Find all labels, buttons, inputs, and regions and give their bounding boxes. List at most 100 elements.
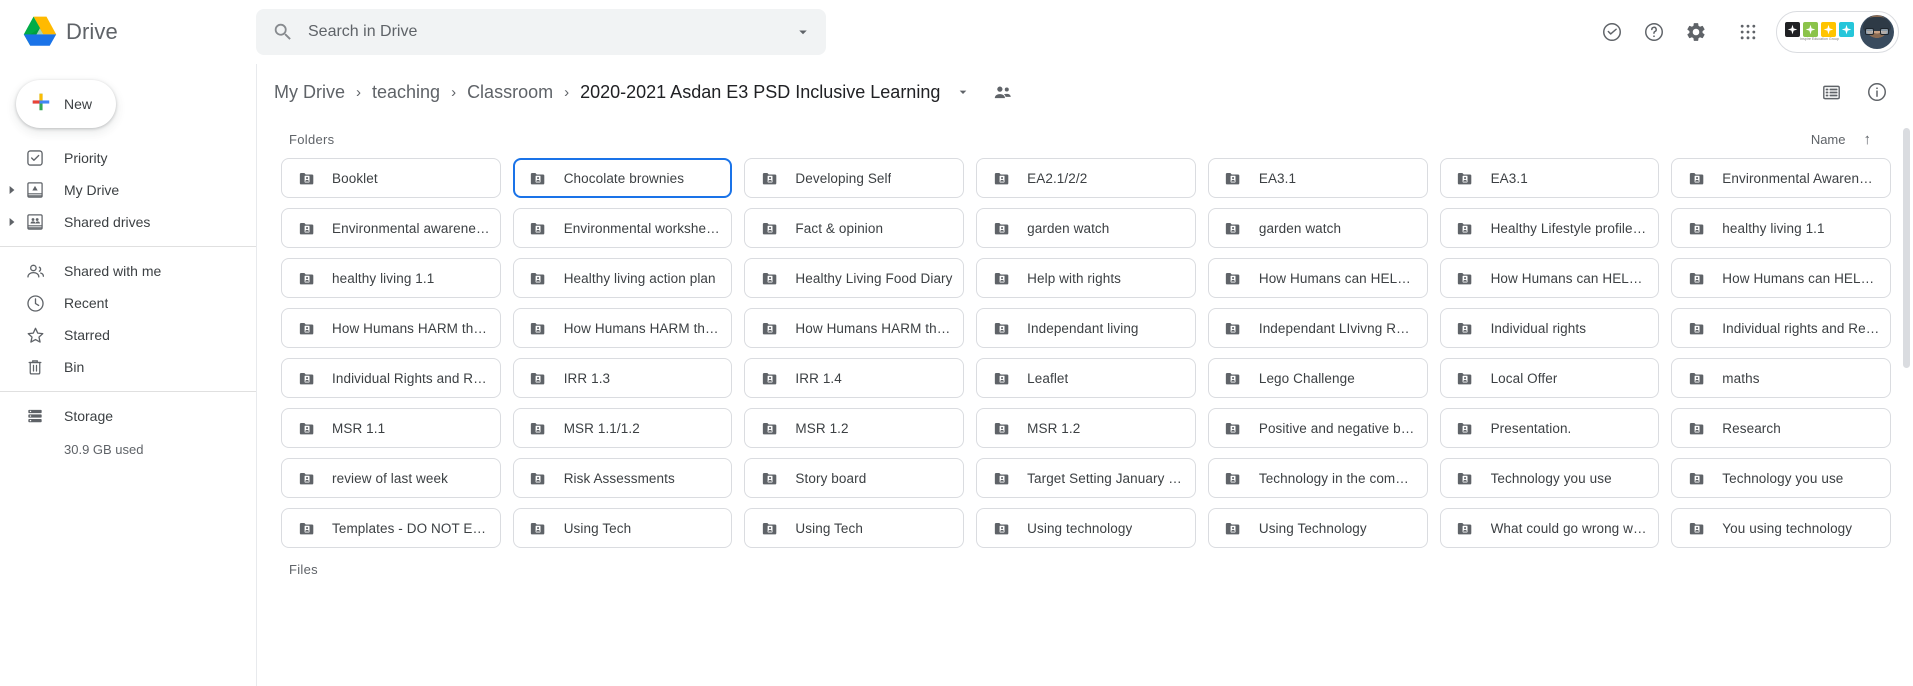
folder-card[interactable]: MSR 1.1/1.2 (512, 408, 733, 448)
details-info-icon[interactable] (1857, 72, 1897, 112)
folder-card[interactable]: Positive and negative be… (1207, 408, 1428, 448)
folder-card[interactable]: healthy living 1.1 (281, 258, 501, 298)
expand-triangle-icon[interactable] (0, 186, 24, 194)
sidebar-item-my-drive[interactable]: My Drive (0, 174, 242, 206)
sidebar-item-bin[interactable]: Bin (0, 351, 242, 383)
folder-card[interactable]: Healthy Lifestyle profile … (1439, 208, 1660, 248)
folder-card[interactable]: MSR 1.1 (281, 408, 501, 448)
breadcrumb-item-current[interactable]: 2020-2021 Asdan E3 PSD Inclusive Learnin… (571, 77, 949, 108)
folder-card[interactable]: Local Offer (1439, 358, 1660, 398)
folder-card[interactable]: Individual rights and Res… (1671, 308, 1891, 348)
storage-used-text: 30.9 GB used (64, 442, 144, 457)
new-button[interactable]: New (16, 80, 116, 128)
breadcrumb-item-teaching[interactable]: teaching (363, 77, 449, 108)
shared-folder-icon (296, 368, 316, 388)
folder-card[interactable]: What could go wrong wit… (1439, 508, 1660, 548)
folder-card[interactable]: Story board (744, 458, 965, 498)
folder-card[interactable]: Chocolate brownies (512, 158, 733, 198)
search-options-chevron-down-icon[interactable] (790, 19, 816, 45)
folder-card[interactable]: EA2.1/2/2 (976, 158, 1196, 198)
folder-card[interactable]: Help with rights (976, 258, 1196, 298)
folder-card[interactable]: Research (1671, 408, 1891, 448)
sort-direction-arrow-icon[interactable]: ↑ (1864, 131, 1872, 148)
folder-card[interactable]: Independant LIvivng Rec… (1207, 308, 1428, 348)
folder-card[interactable]: Environmental awarenes… (281, 208, 501, 248)
sidebar-item-label: Storage (64, 408, 114, 424)
folder-card[interactable]: review of last week (281, 458, 501, 498)
folder-card[interactable]: Technology you use (1671, 458, 1891, 498)
scrollbar-thumb[interactable] (1903, 128, 1910, 368)
folder-card[interactable]: Lego Challenge (1207, 358, 1428, 398)
folder-card[interactable]: maths (1671, 358, 1891, 398)
folder-card[interactable]: Risk Assessments (512, 458, 733, 498)
shared-folder-icon (991, 218, 1011, 238)
folder-card[interactable]: Healthy Living Food Diary (744, 258, 965, 298)
folder-card[interactable]: How Humans HARM the … (744, 308, 965, 348)
settings-gear-icon[interactable] (1676, 12, 1716, 52)
search-box[interactable] (256, 9, 826, 55)
shared-folder-icon (991, 168, 1011, 188)
folder-card[interactable]: MSR 1.2 (976, 408, 1196, 448)
folder-name: Individual Rights and Re… (332, 370, 490, 386)
sidebar-item-starred[interactable]: Starred (0, 319, 242, 351)
folder-card[interactable]: Using Technology (1207, 508, 1428, 548)
support-icon[interactable] (1592, 12, 1632, 52)
folder-name: Developing Self (795, 170, 892, 186)
sidebar-item-shared-drives[interactable]: Shared drives (0, 206, 242, 238)
shared-folder-icon (528, 318, 548, 338)
drive-brand[interactable]: Drive (0, 15, 256, 49)
folder-card[interactable]: Templates - DO NOT EDIT (281, 508, 501, 548)
folder-card[interactable]: IRR 1.4 (744, 358, 965, 398)
folder-card[interactable]: Individual rights (1439, 308, 1660, 348)
folder-card[interactable]: MSR 1.2 (744, 408, 965, 448)
folder-card[interactable]: How Humans HARM the … (281, 308, 501, 348)
breadcrumb-item-my-drive[interactable]: My Drive (265, 77, 354, 108)
folder-card[interactable]: Using technology (976, 508, 1196, 548)
folder-card[interactable]: How Humans HARM the … (512, 308, 733, 348)
avatar[interactable] (1860, 15, 1894, 49)
sort-field-label[interactable]: Name (1811, 132, 1846, 147)
folder-card[interactable]: Technology in the comm… (1207, 458, 1428, 498)
add-people-icon[interactable] (985, 75, 1019, 109)
folder-card[interactable]: Presentation. (1439, 408, 1660, 448)
expand-triangle-icon[interactable] (0, 218, 24, 226)
folder-card[interactable]: Leaflet (976, 358, 1196, 398)
folder-card[interactable]: Individual Rights and Re… (281, 358, 501, 398)
folder-card[interactable]: How Humans can HELP … (1439, 258, 1660, 298)
sidebar-item-shared-with-me[interactable]: Shared with me (0, 255, 242, 287)
files-heading: Files (289, 562, 318, 577)
folder-card[interactable]: EA3.1 (1207, 158, 1428, 198)
apps-grid-icon[interactable] (1728, 12, 1768, 52)
help-icon[interactable] (1634, 12, 1674, 52)
folder-name: Technology you use (1722, 470, 1844, 486)
list-view-icon[interactable] (1811, 72, 1851, 112)
folder-card[interactable]: Technology you use (1439, 458, 1660, 498)
folder-card[interactable]: garden watch (976, 208, 1196, 248)
folder-card[interactable]: Using Tech (512, 508, 733, 548)
folder-card[interactable]: healthy living 1.1 (1671, 208, 1891, 248)
folder-card[interactable]: Target Setting January &… (976, 458, 1196, 498)
folder-card[interactable]: How Humans can HELP … (1207, 258, 1428, 298)
sidebar-item-storage[interactable]: Storage (0, 400, 242, 432)
sidebar-item-recent[interactable]: Recent (0, 287, 242, 319)
folder-card[interactable]: Independant living (976, 308, 1196, 348)
shared-folder-icon (1686, 418, 1706, 438)
breadcrumb-item-classroom[interactable]: Classroom (458, 77, 562, 108)
folder-card[interactable]: IRR 1.3 (512, 358, 733, 398)
folder-card[interactable]: Healthy living action plan (512, 258, 733, 298)
sidebar-item-priority[interactable]: Priority (0, 142, 242, 174)
content-scrollbar[interactable] (1903, 120, 1911, 686)
folder-card[interactable]: Environmental workshee… (512, 208, 733, 248)
folder-card[interactable]: Using Tech (744, 508, 965, 548)
breadcrumb-chevron-down-icon[interactable] (951, 80, 975, 104)
folder-card[interactable]: Booklet (281, 158, 501, 198)
folder-card[interactable]: garden watch (1207, 208, 1428, 248)
folder-card[interactable]: EA3.1 (1439, 158, 1660, 198)
folder-card[interactable]: Fact & opinion (744, 208, 965, 248)
folder-card[interactable]: How Humans can HELP … (1671, 258, 1891, 298)
folder-card[interactable]: Environmental Awareness (1671, 158, 1891, 198)
folder-card[interactable]: Developing Self (744, 158, 965, 198)
search-input[interactable] (308, 23, 790, 41)
organisation-badge[interactable]: Inspire Education Group (1776, 11, 1899, 53)
folder-card[interactable]: You using technology (1671, 508, 1891, 548)
